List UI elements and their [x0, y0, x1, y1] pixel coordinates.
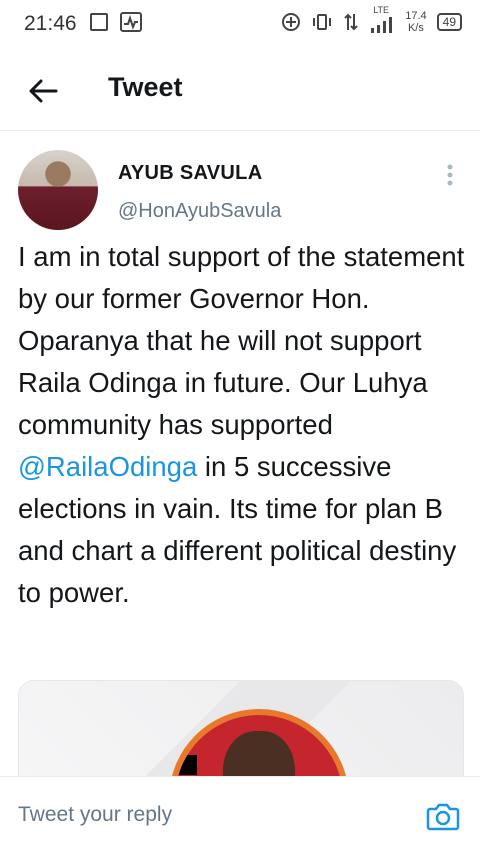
pulse-icon	[120, 12, 142, 32]
signal-icon: LTE	[369, 5, 395, 33]
status-right-group: LTE 17.4 K/s 49	[281, 5, 462, 34]
avatar[interactable]	[18, 150, 98, 230]
header-divider	[0, 130, 480, 131]
status-time: 21:46	[24, 12, 77, 35]
page-title: Tweet	[108, 72, 183, 102]
network-type: LTE	[373, 5, 390, 15]
network-speed: 17.4 K/s	[405, 10, 427, 34]
more-vertical-icon[interactable]	[440, 162, 460, 188]
author-handle[interactable]: @HonAyubSavula	[118, 200, 281, 223]
arrow-left-icon[interactable]	[26, 74, 60, 108]
data-saver-icon	[282, 13, 301, 31]
tweet-text-part-1: I am in total support of the statement b…	[18, 241, 465, 440]
status-bar: 21:46 LTE 17.4 K/s 49	[0, 0, 480, 48]
mention-link[interactable]: @RailaOdinga	[18, 451, 197, 482]
camera-icon[interactable]	[426, 801, 460, 831]
app-header: Tweet	[0, 56, 480, 128]
vibrate-icon	[313, 14, 332, 30]
reply-input[interactable]	[18, 803, 398, 827]
data-arrows-icon	[344, 13, 358, 31]
battery-icon: 49	[436, 13, 462, 31]
tweet-text: I am in total support of the statement b…	[18, 236, 468, 614]
author-name[interactable]: AYUB SAVULA	[118, 162, 262, 185]
reply-bar	[0, 776, 480, 855]
notes-icon	[90, 13, 108, 31]
